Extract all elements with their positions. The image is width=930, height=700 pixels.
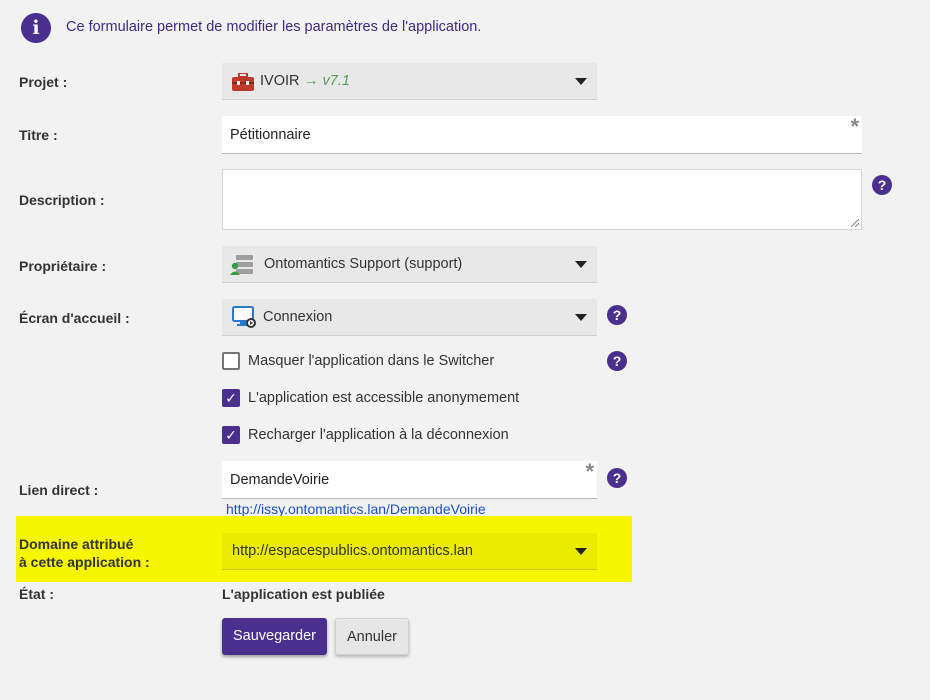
chevron-down-icon: [575, 78, 587, 85]
chevron-down-icon: [575, 261, 587, 268]
titre-value: Pétitionnaire: [230, 127, 311, 143]
masquer-label[interactable]: Masquer l'application dans le Switcher: [248, 353, 494, 369]
ecran-label: Écran d'accueil :: [19, 310, 130, 326]
projet-label: Projet :: [19, 74, 68, 90]
description-label: Description :: [19, 192, 105, 208]
lien-help-icon[interactable]: ?: [607, 468, 627, 488]
monitor-login-icon: [232, 306, 256, 328]
cancel-button[interactable]: Annuler: [335, 618, 409, 655]
info-message: Ce formulaire permet de modifier les par…: [66, 19, 482, 35]
lien-url-link[interactable]: http://issy.ontomantics.lan/DemandeVoiri…: [226, 501, 486, 517]
domaine-label-line1: Domaine attribué: [19, 536, 134, 552]
save-button[interactable]: Sauvegarder: [222, 618, 327, 655]
proprietaire-label: Propriétaire :: [19, 258, 107, 274]
lien-value: DemandeVoirie: [230, 472, 330, 488]
projet-name: IVOIR: [260, 73, 300, 89]
domaine-label: Domaine attribué à cette application :: [19, 535, 150, 571]
domaine-select[interactable]: http://espacespublics.ontomantics.lan: [222, 533, 597, 570]
ecran-value: Connexion: [263, 309, 333, 325]
user-server-icon: [230, 255, 253, 275]
anonyme-label[interactable]: L'application est accessible anonymement: [248, 390, 519, 406]
resize-handle-icon[interactable]: [851, 219, 859, 227]
recharger-label[interactable]: Recharger l'application à la déconnexion: [248, 427, 509, 443]
projet-select[interactable]: IVOIR → v7.1: [222, 63, 597, 100]
anonyme-checkbox[interactable]: ✓: [222, 389, 240, 407]
chevron-down-icon: [575, 548, 587, 555]
etat-value: L'application est publiée: [222, 586, 385, 602]
required-asterisk-icon: *: [850, 114, 859, 139]
domaine-value: http://espacespublics.ontomantics.lan: [232, 543, 473, 559]
titre-input[interactable]: Pétitionnaire *: [222, 114, 862, 154]
recharger-checkbox[interactable]: ✓: [222, 426, 240, 444]
info-icon: i: [21, 13, 51, 43]
proprietaire-select[interactable]: Ontomantics Support (support): [222, 246, 597, 283]
description-help-icon[interactable]: ?: [872, 175, 892, 195]
masquer-checkbox[interactable]: [222, 352, 240, 370]
etat-label: État :: [19, 586, 54, 602]
titre-label: Titre :: [19, 127, 58, 143]
proprietaire-value: Ontomantics Support (support): [264, 256, 463, 272]
domaine-label-line2: à cette application :: [19, 554, 150, 570]
required-asterisk-icon: *: [585, 459, 594, 484]
ecran-help-icon[interactable]: ?: [607, 305, 627, 325]
lien-input[interactable]: DemandeVoirie *: [222, 459, 597, 499]
description-textarea[interactable]: [222, 169, 862, 230]
toolbox-icon: [232, 73, 254, 91]
projet-version: → v7.1: [304, 73, 350, 89]
masquer-help-icon[interactable]: ?: [607, 351, 627, 371]
lien-label: Lien direct :: [19, 482, 99, 498]
ecran-select[interactable]: Connexion: [222, 299, 597, 336]
chevron-down-icon: [575, 314, 587, 321]
